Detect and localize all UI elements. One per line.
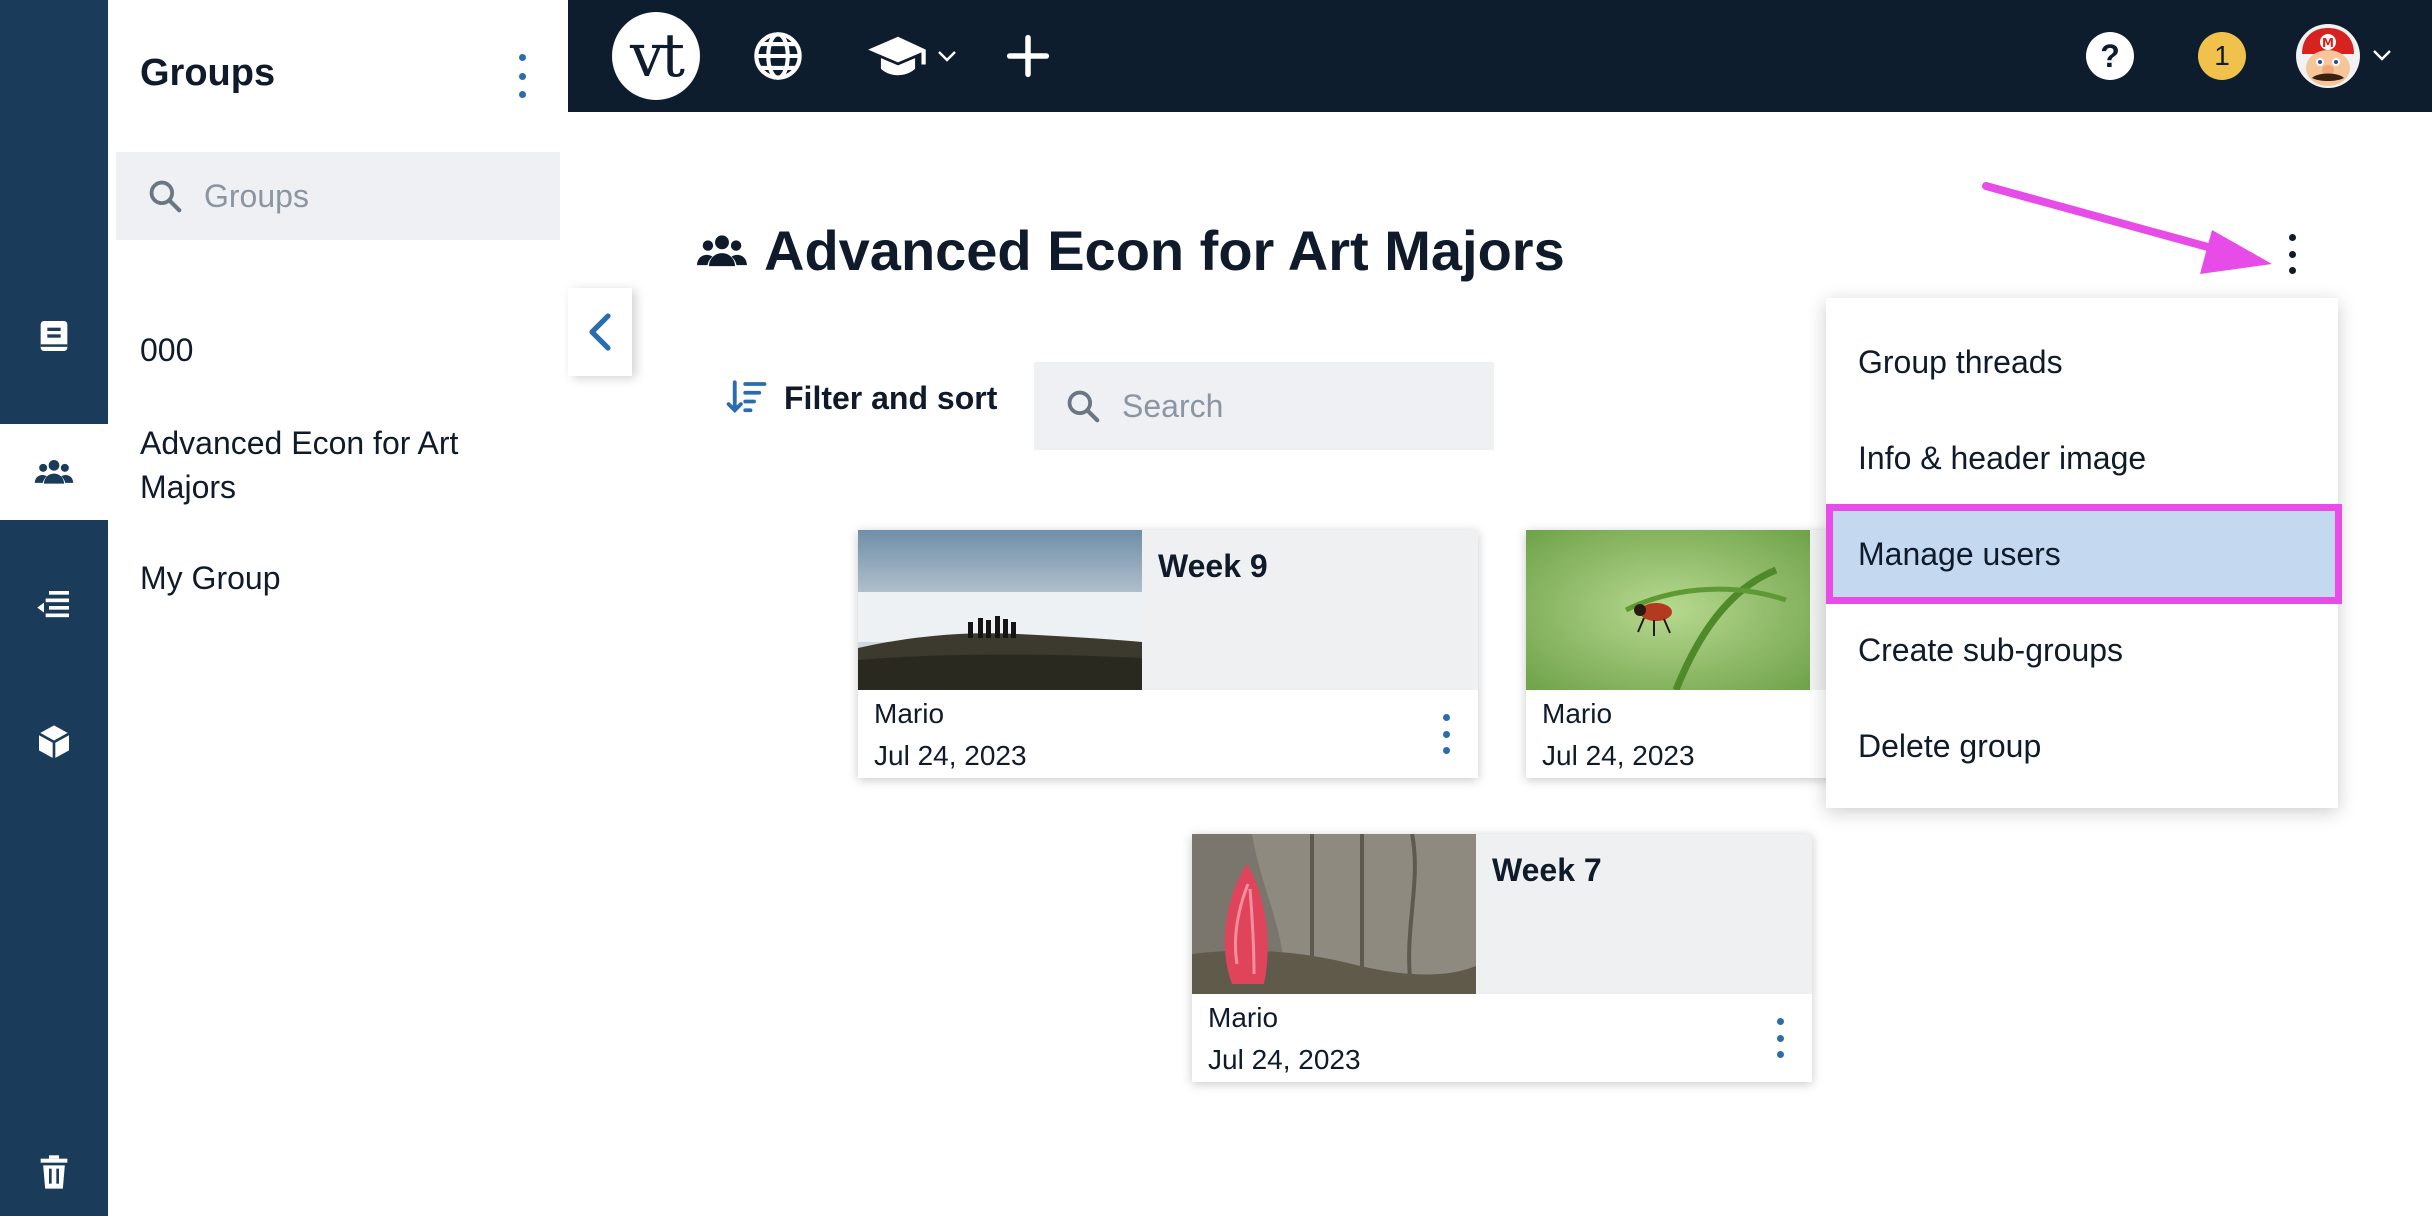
trash-icon (40, 1155, 68, 1189)
thread-menu-button[interactable] (1436, 714, 1456, 754)
group-options-menu: Group threads Info & header image Manage… (1826, 298, 2342, 808)
help-button[interactable]: ? (2086, 32, 2134, 80)
menu-item-create-sub-groups[interactable]: Create sub-groups (1826, 602, 2338, 698)
sort-icon (726, 380, 767, 413)
kebab-dot (518, 91, 526, 98)
snow-plant-image (1192, 834, 1476, 994)
thread-title: Week 9 (1158, 548, 1268, 584)
group-item-000[interactable]: 000 (140, 328, 540, 372)
group-item-advanced-econ[interactable]: Advanced Econ for Art Majors (140, 421, 540, 509)
thread-author: Mario (1208, 1002, 1279, 1033)
groups-panel: Groups 000 Advanced Econ for Art Majors … (108, 0, 568, 1216)
thread-thumbnail (1192, 834, 1476, 994)
thread-title: Week 7 (1492, 852, 1602, 888)
fog-hikers-image (858, 530, 1142, 690)
thread-card-head: Week 9 (1142, 530, 1478, 690)
kebab-dot (1776, 1034, 1784, 1042)
mario-avatar-icon: M (2296, 24, 2360, 88)
groups-menu-button[interactable] (510, 54, 534, 98)
notebook-icon (40, 321, 68, 351)
thread-thumbnail (858, 530, 1142, 690)
filter-sort-button[interactable]: Filter and sort (726, 378, 997, 418)
graduation-cap-icon (868, 36, 926, 76)
rail-groups[interactable] (0, 424, 108, 520)
app: Groups 000 Advanced Econ for Art Majors … (0, 0, 2432, 1216)
menu-item-group-threads[interactable]: Group threads (1826, 314, 2338, 410)
courses-menu-button[interactable] (864, 28, 960, 84)
menu-item-manage-users[interactable]: Manage users (1826, 504, 2342, 604)
thread-card-head: Week 7 (1476, 834, 1812, 994)
thread-date: Jul 24, 2023 (1542, 740, 1695, 771)
search-icon (1067, 390, 1100, 423)
left-rail (0, 0, 108, 1216)
rail-timeline[interactable] (0, 558, 108, 654)
rail-notebooks[interactable] (0, 288, 108, 384)
thread-author: Mario (874, 698, 945, 729)
group-item-my-group[interactable]: My Group (140, 556, 540, 600)
create-button[interactable] (1004, 32, 1052, 80)
thread-thumbnail (1526, 530, 1810, 690)
kebab-dot (1776, 1051, 1784, 1058)
filter-sort-label: Filter and sort (784, 379, 998, 416)
thread-date: Jul 24, 2023 (1208, 1044, 1361, 1075)
main-search (1034, 362, 1494, 450)
chevron-down-icon (2373, 50, 2391, 61)
people-icon (697, 234, 747, 266)
thread-card-week-7[interactable]: Week 7 Mario Jul 24, 2023 (1192, 834, 1812, 1082)
plus-icon (1006, 34, 1050, 78)
notification-badge[interactable]: 1 (2198, 32, 2246, 80)
menu-item-delete-group[interactable]: Delete group (1826, 698, 2338, 794)
kebab-icon (518, 54, 526, 61)
kebab-dot (1442, 747, 1450, 754)
globe-button[interactable] (752, 30, 804, 82)
globe-icon (754, 32, 802, 80)
kebab-icon (2288, 234, 2296, 241)
thread-menu-button[interactable] (1770, 1018, 1790, 1058)
page-header: Advanced Econ for Art Majors (696, 218, 1565, 283)
top-bar: vt ? 1 M (568, 0, 2432, 112)
rail-trash[interactable] (0, 1124, 108, 1216)
groups-search (116, 152, 560, 240)
main-search-input[interactable] (1122, 387, 1482, 425)
kebab-dot (1442, 730, 1450, 738)
timeline-icon (37, 591, 69, 618)
kebab-icon (1776, 1018, 1784, 1025)
kebab-dot (2288, 250, 2296, 258)
avatar[interactable]: M (2296, 24, 2360, 88)
home-logo[interactable]: vt (612, 12, 700, 100)
cube-icon (38, 725, 70, 759)
kebab-dot (2288, 267, 2296, 274)
thread-date: Jul 24, 2023 (874, 740, 1027, 771)
svg-text:M: M (2322, 36, 2334, 50)
search-icon (149, 180, 182, 213)
kebab-dot (518, 72, 526, 80)
group-options-button[interactable] (2282, 234, 2302, 274)
thread-card-week-9[interactable]: Week 9 Mario Jul 24, 2023 (858, 530, 1478, 778)
page-title: Advanced Econ for Art Majors (764, 219, 1565, 282)
collapse-panel-button[interactable] (568, 288, 632, 376)
menu-item-info-header-image[interactable]: Info & header image (1826, 410, 2338, 506)
rail-resources[interactable] (0, 694, 108, 790)
kebab-icon (1442, 714, 1450, 721)
chevron-down-icon (938, 51, 956, 62)
thread-author: Mario (1542, 698, 1613, 729)
insect-on-plant-image (1526, 530, 1810, 690)
profile-menu-button[interactable] (2370, 46, 2394, 64)
groups-title: Groups (140, 52, 276, 94)
groups-search-input[interactable] (204, 177, 544, 215)
people-icon (34, 460, 74, 484)
chevron-left-icon (589, 313, 611, 351)
